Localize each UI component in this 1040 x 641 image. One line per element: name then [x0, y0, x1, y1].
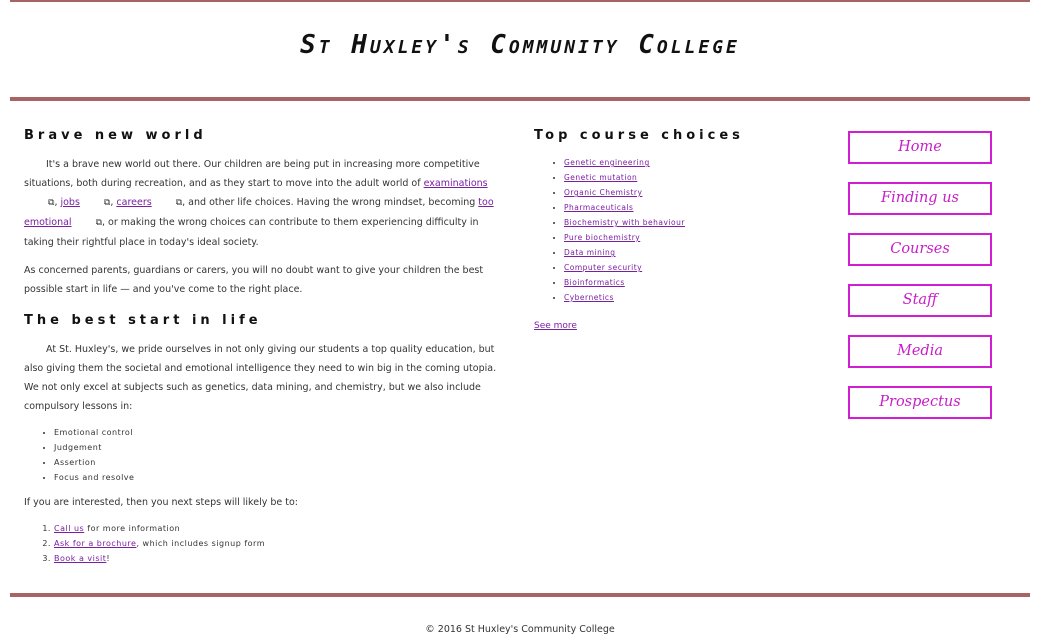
nav-prospectus[interactable]: Prospectus	[848, 386, 992, 419]
next-steps-list: Call us for more information Ask for a b…	[24, 521, 506, 566]
list-item: Computer security	[564, 260, 834, 275]
link-ask-brochure[interactable]: Ask for a brochure	[54, 539, 136, 548]
top-rule	[10, 0, 1030, 2]
list-item: Call us for more information	[54, 521, 506, 536]
link-book-visit[interactable]: Book a visit	[54, 554, 106, 563]
intro-text-b: , and other life choices. Having the wro…	[182, 197, 479, 208]
list-item: Focus and resolve	[54, 470, 506, 485]
external-link-icon: ⧉	[48, 198, 55, 208]
nav-courses[interactable]: Courses	[848, 233, 992, 266]
list-item: Genetic engineering	[564, 155, 834, 170]
courses-list: Genetic engineering Genetic mutation Org…	[534, 155, 834, 305]
link-examinations[interactable]: examinations	[424, 178, 488, 189]
course-link[interactable]: Genetic engineering	[564, 158, 650, 167]
list-item: Assertion	[54, 455, 506, 470]
next-steps-intro: If you are interested, then you next ste…	[24, 497, 298, 508]
list-item: Pure biochemistry	[564, 230, 834, 245]
list-item: Judgement	[54, 440, 506, 455]
heading-top-courses: Top course choices	[534, 128, 744, 143]
link-careers[interactable]: careers	[116, 197, 151, 208]
course-link[interactable]: Genetic mutation	[564, 173, 637, 182]
course-link[interactable]: Data mining	[564, 248, 616, 257]
course-link[interactable]: Organic Chemistry	[564, 188, 642, 197]
external-link-icon: ⧉	[103, 198, 111, 208]
course-link[interactable]: Bioinformatics	[564, 278, 625, 287]
step-text: , which includes signup form	[136, 539, 265, 548]
best-start-paragraph: At St. Huxley's, we pride ourselves in n…	[24, 344, 497, 412]
list-item: Organic Chemistry	[564, 185, 834, 200]
list-item: Bioinformatics	[564, 275, 834, 290]
footer-rule	[10, 593, 1030, 597]
header-rule	[10, 97, 1030, 101]
course-link[interactable]: Pharmaceuticals	[564, 203, 633, 212]
link-jobs[interactable]: jobs	[60, 197, 79, 208]
list-item: Pharmaceuticals	[564, 200, 834, 215]
parents-paragraph: As concerned parents, guardians or carer…	[24, 265, 484, 295]
link-call-us[interactable]: Call us	[54, 524, 84, 533]
course-link[interactable]: Cybernetics	[564, 293, 614, 302]
nav-media[interactable]: Media	[848, 335, 992, 368]
course-link[interactable]: Pure biochemistry	[564, 233, 640, 242]
step-text: !	[106, 554, 111, 563]
list-item: Book a visit!	[54, 551, 506, 566]
footer-copyright: © 2016 St Huxley's Community College	[425, 624, 615, 635]
list-item: Genetic mutation	[564, 170, 834, 185]
main-content: Brave new world It's a brave new world o…	[24, 128, 506, 574]
nav-home[interactable]: Home	[848, 131, 992, 164]
list-item: Emotional control	[54, 425, 506, 440]
see-more-link[interactable]: See more	[534, 321, 577, 331]
list-item: Data mining	[564, 245, 834, 260]
external-link-icon: ⧉	[175, 198, 183, 208]
list-item: Ask for a brochure, which includes signu…	[54, 536, 506, 551]
list-item: Cybernetics	[564, 290, 834, 305]
heading-brave-new-world: Brave new world	[24, 128, 207, 143]
step-text: for more information	[84, 524, 181, 533]
list-item: Biochemistry with behaviour	[564, 215, 834, 230]
course-link[interactable]: Computer security	[564, 263, 642, 272]
intro-text-a: It's a brave new world out there. Our ch…	[24, 159, 480, 189]
external-link-icon: ⧉	[95, 218, 103, 228]
course-choices: Top course choices Genetic engineering G…	[534, 128, 834, 332]
lessons-list: Emotional control Judgement Assertion Fo…	[24, 425, 506, 485]
side-nav: Home Finding us Courses Staff Media Pros…	[848, 131, 992, 437]
course-link[interactable]: Biochemistry with behaviour	[564, 218, 685, 227]
site-title: St Huxley's Community College	[300, 30, 740, 60]
intro-paragraph: It's a brave new world out there. Our ch…	[24, 155, 506, 252]
heading-best-start: The best start in life	[24, 313, 262, 328]
nav-finding-us[interactable]: Finding us	[848, 182, 992, 215]
nav-staff[interactable]: Staff	[848, 284, 992, 317]
